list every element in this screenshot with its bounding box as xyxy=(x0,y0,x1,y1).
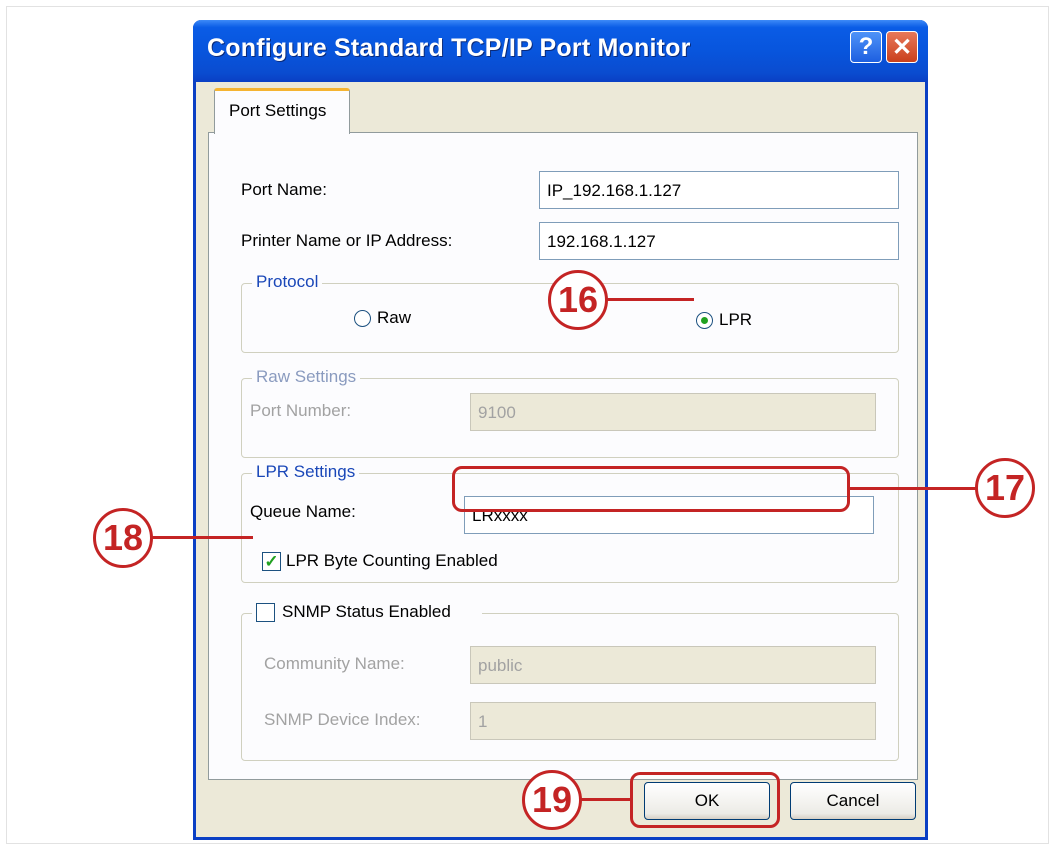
lpr-radio-label: LPR xyxy=(719,310,753,329)
raw-settings-title: Raw Settings xyxy=(252,367,361,387)
printer-address-input[interactable]: 192.168.1.127 xyxy=(539,222,899,260)
community-name-label: Community Name: xyxy=(264,654,405,673)
callout-17-leader xyxy=(848,487,976,490)
snmp-group: SNMP Status Enabled Community Name: publ… xyxy=(241,600,899,761)
callout-16: 16 xyxy=(548,270,608,330)
lpr-settings-title: LPR Settings xyxy=(252,462,360,482)
device-index-input[interactable]: 1 xyxy=(470,702,876,740)
title-bar[interactable]: Configure Standard TCP/IP Port Monitor ?… xyxy=(193,20,928,82)
ok-button-highlight xyxy=(630,772,780,828)
snmp-header: SNMP Status Enabled xyxy=(252,600,482,626)
port-name-input[interactable]: IP_192.168.1.127 xyxy=(539,171,899,209)
snmp-label: SNMP Status Enabled xyxy=(282,602,451,621)
callout-17: 17 xyxy=(975,458,1035,518)
cancel-button[interactable]: Cancel xyxy=(790,782,916,820)
raw-settings-group: Raw Settings Port Number: 9100 xyxy=(241,367,899,458)
callout-18-leader xyxy=(151,536,253,539)
port-settings-panel: Port Name: IP_192.168.1.127 Printer Name… xyxy=(208,132,918,780)
callout-19-leader xyxy=(580,798,632,801)
byte-counting-checkbox[interactable]: ✓ xyxy=(262,552,281,571)
tab-label: Port Settings xyxy=(229,101,327,120)
close-button[interactable]: ✕ xyxy=(886,31,918,63)
tab-port-settings[interactable]: Port Settings xyxy=(214,88,350,134)
port-number-input[interactable]: 9100 xyxy=(470,393,876,431)
printer-address-label: Printer Name or IP Address: xyxy=(241,231,453,250)
snmp-checkbox[interactable] xyxy=(256,603,275,622)
lpr-radio[interactable] xyxy=(696,312,713,329)
window-title: Configure Standard TCP/IP Port Monitor xyxy=(207,34,691,62)
port-monitor-dialog: Configure Standard TCP/IP Port Monitor ?… xyxy=(193,20,928,840)
raw-radio[interactable] xyxy=(354,310,371,327)
queue-name-label: Queue Name: xyxy=(250,502,356,521)
help-button[interactable]: ? xyxy=(850,31,882,63)
community-name-input[interactable]: public xyxy=(470,646,876,684)
port-number-label: Port Number: xyxy=(250,401,352,420)
callout-18: 18 xyxy=(93,508,153,568)
device-index-label: SNMP Device Index: xyxy=(264,710,421,729)
callout-19: 19 xyxy=(522,770,582,830)
port-name-label: Port Name: xyxy=(241,180,327,199)
protocol-group-title: Protocol xyxy=(252,272,323,292)
raw-radio-label: Raw xyxy=(377,308,412,327)
queue-name-highlight xyxy=(452,466,850,512)
byte-counting-label: LPR Byte Counting Enabled xyxy=(286,551,498,570)
callout-16-leader xyxy=(606,298,694,301)
